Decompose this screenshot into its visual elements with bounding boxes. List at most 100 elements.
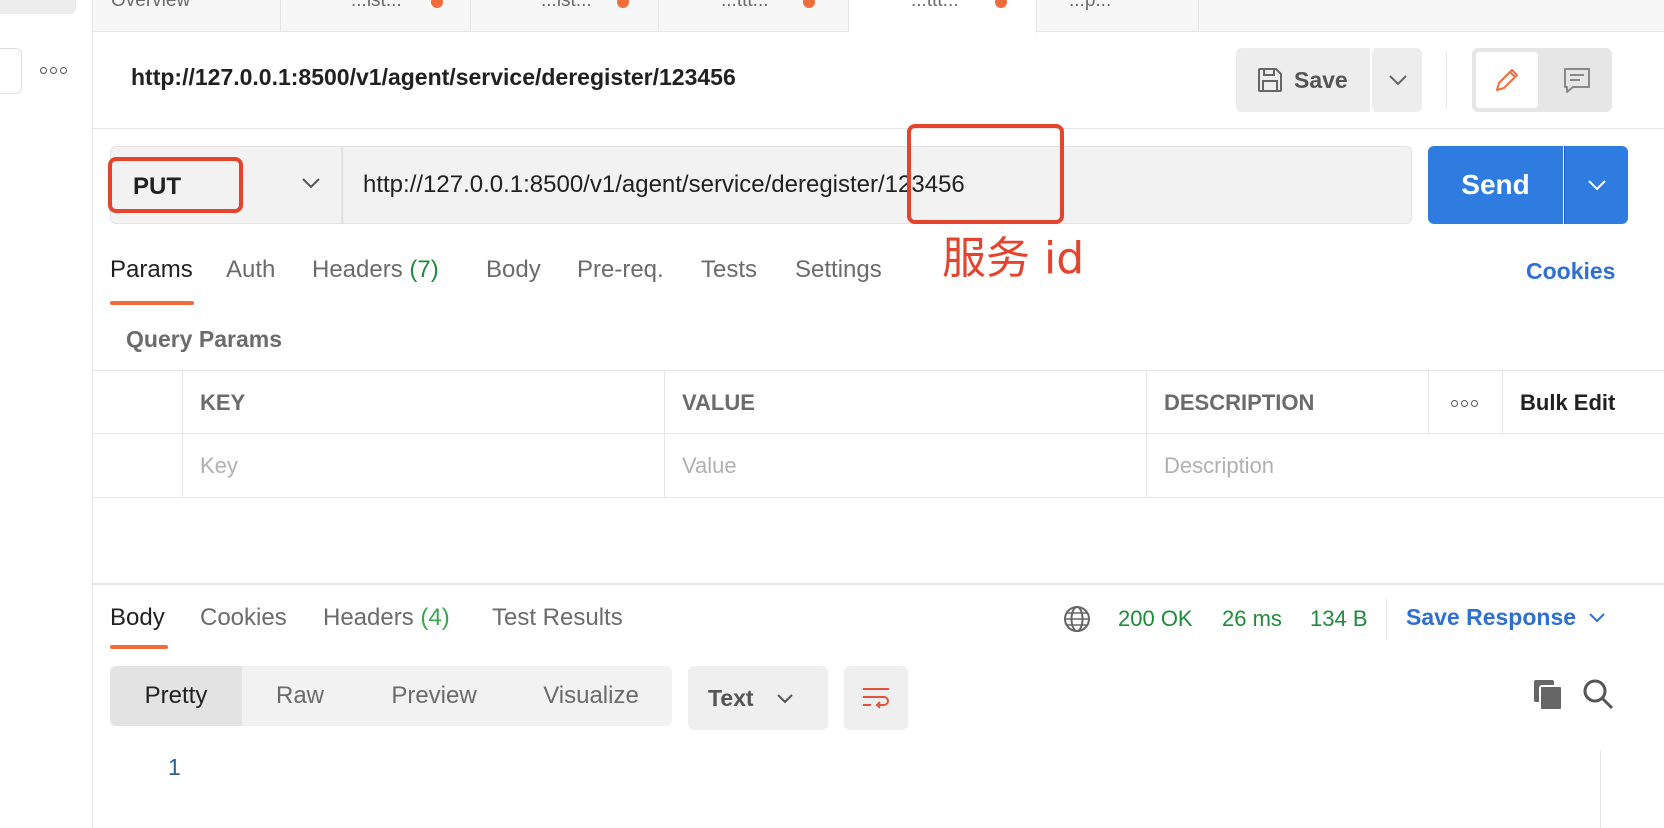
annotation-box-method <box>108 157 243 213</box>
value-cell <box>665 434 1147 498</box>
language-value: Text <box>708 684 754 711</box>
sidebar-edge-box <box>0 48 22 94</box>
tab-label: ...ttt... <box>721 0 769 11</box>
send-options-button[interactable] <box>1564 146 1628 224</box>
tab-label: Cookies <box>200 604 287 631</box>
bulk-edit-button[interactable]: Bulk Edit <box>1503 371 1664 435</box>
tab-label: Body <box>110 604 165 631</box>
tab-headers[interactable]: Headers (7) <box>312 256 439 284</box>
send-button[interactable]: Send <box>1428 146 1563 224</box>
tab-body[interactable]: Body <box>486 256 541 284</box>
tab-label: Overview <box>111 0 191 11</box>
save-response-label: Save Response <box>1406 604 1577 630</box>
wrap-lines-button[interactable] <box>844 666 908 730</box>
sidebar-top-chip <box>0 0 76 14</box>
annotation-box-service-id <box>907 124 1064 224</box>
chevron-down-icon <box>776 693 793 703</box>
editor-scrollbar-edge <box>1600 750 1601 828</box>
tab-request-4-active[interactable]: ...ttt... <box>849 0 1037 33</box>
table-row <box>93 434 1664 498</box>
save-button-group: Save <box>1236 48 1374 112</box>
tab-request-5[interactable]: ...p... <box>1037 0 1199 32</box>
tab-request-2[interactable]: ...ist... <box>471 0 659 32</box>
wrap-lines-icon <box>863 688 889 709</box>
format-raw[interactable]: Raw <box>242 666 358 726</box>
left-sidebar-edge <box>0 0 93 828</box>
comment-icon <box>1564 68 1590 93</box>
response-size[interactable]: 134 B <box>1310 606 1368 632</box>
tab-label: ...p... <box>1069 0 1112 11</box>
url-input[interactable] <box>363 147 1403 223</box>
response-time[interactable]: 26 ms <box>1222 606 1282 632</box>
chevron-down-icon <box>1589 613 1605 623</box>
language-select[interactable]: Text <box>688 666 828 730</box>
description-input[interactable] <box>1164 453 1614 479</box>
column-header-description: DESCRIPTION <box>1147 371 1429 435</box>
query-params-title: Query Params <box>126 326 282 352</box>
unsaved-dot-icon <box>431 0 443 8</box>
tab-auth[interactable]: Auth <box>226 256 275 284</box>
divider <box>93 128 1664 129</box>
active-tab-indicator <box>110 301 194 305</box>
description-cell <box>1147 434 1664 498</box>
save-options-button[interactable] <box>1374 48 1422 112</box>
tab-label: Params <box>110 256 193 283</box>
more-options-icon[interactable] <box>40 62 70 78</box>
tab-label: Tests <box>701 256 758 283</box>
tab-label: ...ist... <box>351 0 402 11</box>
save-icon <box>1258 68 1282 92</box>
pencil-icon <box>1496 69 1518 91</box>
tab-label: Headers <box>323 604 421 631</box>
tab-label: Test Results <box>492 604 623 631</box>
column-options-button[interactable] <box>1429 371 1503 435</box>
url-field[interactable] <box>342 146 1412 224</box>
response-tab-body[interactable]: Body <box>110 604 165 632</box>
more-options-icon <box>1451 399 1478 407</box>
search-icon[interactable] <box>1580 676 1616 712</box>
tab-request-3[interactable]: ...ttt... <box>659 0 849 32</box>
request-tab-strip: Overview ...ist... ...ist... ...ttt... .… <box>93 0 1664 33</box>
tab-settings[interactable]: Settings <box>795 256 882 284</box>
copy-icon[interactable] <box>1530 676 1566 712</box>
divider <box>1386 598 1387 640</box>
query-params-table: KEY VALUE DESCRIPTION Bulk Edit <box>93 370 1664 498</box>
response-tab-cookies[interactable]: Cookies <box>200 604 287 632</box>
column-header-value: VALUE <box>665 371 1147 435</box>
tab-params[interactable]: Params <box>110 256 193 284</box>
save-response-button[interactable]: Save Response <box>1406 604 1606 631</box>
globe-icon[interactable] <box>1062 604 1092 634</box>
request-name-title[interactable]: http://127.0.0.1:8500/v1/agent/service/d… <box>131 64 736 91</box>
divider <box>1446 52 1447 108</box>
format-preview[interactable]: Preview <box>358 666 510 726</box>
comments-button[interactable] <box>1546 52 1608 108</box>
tab-pre-request[interactable]: Pre-req. <box>577 256 664 284</box>
tab-label: Settings <box>795 256 882 283</box>
key-input[interactable] <box>200 453 618 479</box>
unsaved-dot-icon <box>995 0 1007 8</box>
pane-divider[interactable] <box>93 583 1664 585</box>
column-header-key: KEY <box>183 371 665 435</box>
row-checkbox-cell <box>93 434 183 498</box>
save-button[interactable]: Save <box>1236 48 1372 112</box>
tab-tests[interactable]: Tests <box>701 256 757 284</box>
response-format-selector: Pretty Raw Preview Visualize <box>110 666 672 726</box>
active-tab-indicator <box>110 645 168 649</box>
key-cell <box>183 434 665 498</box>
cookies-link[interactable]: Cookies <box>1526 258 1615 285</box>
response-status[interactable]: 200 OK <box>1118 606 1193 632</box>
format-visualize[interactable]: Visualize <box>510 666 672 726</box>
edit-mode-button[interactable] <box>1476 52 1538 108</box>
unsaved-dot-icon <box>803 0 815 8</box>
tab-label: Body <box>486 256 541 283</box>
format-pretty[interactable]: Pretty <box>110 666 242 726</box>
response-tab-headers[interactable]: Headers (4) <box>323 604 450 632</box>
value-input[interactable] <box>682 453 1100 479</box>
tab-label: ...ist... <box>541 0 592 11</box>
checkbox-column-header <box>93 371 183 435</box>
response-tab-test-results[interactable]: Test Results <box>492 604 623 632</box>
tab-label: Auth <box>226 256 276 283</box>
tab-overview[interactable]: Overview <box>93 0 281 32</box>
tab-label: ...ttt... <box>911 0 959 11</box>
tab-request-1[interactable]: ...ist... <box>281 0 471 32</box>
tab-label: Headers <box>312 256 410 283</box>
